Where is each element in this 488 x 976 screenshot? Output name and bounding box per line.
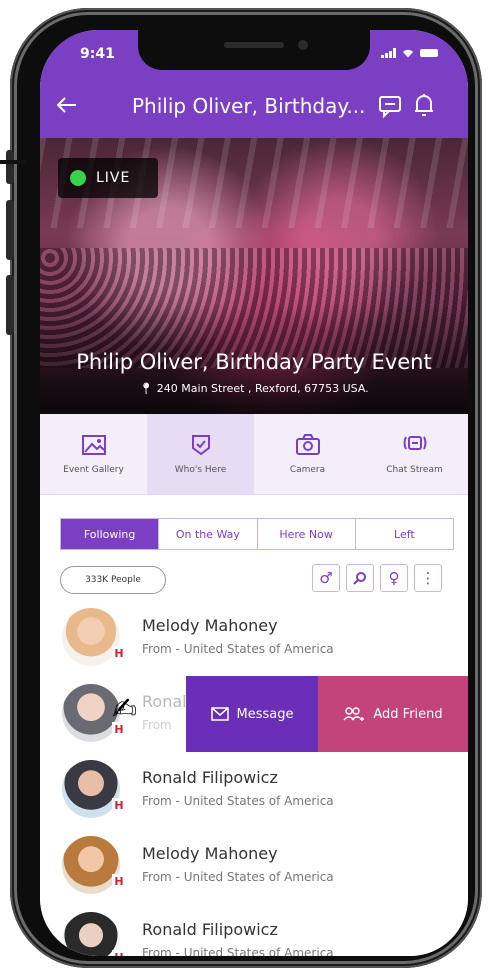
page-title: Philip Oliver, Birthday... <box>132 94 366 118</box>
tab-label: Event Gallery <box>63 465 124 475</box>
tab-event-gallery[interactable]: Event Gallery <box>40 414 147 494</box>
bell-icon[interactable] <box>412 92 436 118</box>
female-filter-icon[interactable]: ♀ <box>380 564 408 592</box>
add-friend-label: Add Friend <box>373 706 443 722</box>
segment-following[interactable]: Following <box>61 519 160 549</box>
person-name: Melody Mahoney <box>142 844 278 863</box>
flag-icon: H <box>112 950 126 956</box>
list-item-swiped[interactable]: H Ronald From ✍ Message Add Friend <box>40 676 468 753</box>
chat-icon[interactable] <box>378 94 402 118</box>
message-button[interactable]: Message <box>186 676 318 752</box>
hand-cursor-icon: ✍ <box>112 692 138 727</box>
male-filter-icon[interactable]: ♂ <box>312 564 340 592</box>
person-from: From - United States of America <box>142 642 334 656</box>
tab-label: Chat Stream <box>386 465 443 475</box>
event-name: Philip Oliver, Birthday Party Event <box>76 350 432 374</box>
live-dot-icon <box>70 170 86 186</box>
check-shield-icon <box>191 435 210 456</box>
signal-icon <box>381 48 396 58</box>
list-item[interactable]: H Ronald Filipowicz From - United States… <box>40 752 468 829</box>
person-from: From - United States of America <box>142 870 334 884</box>
tab-label: Camera <box>289 465 326 475</box>
segment-here-now[interactable]: Here Now <box>258 519 356 549</box>
back-button[interactable] <box>52 90 82 120</box>
volume-up-button <box>6 200 14 260</box>
tab-whos-here[interactable]: Who's Here <box>147 414 254 494</box>
tab-label: Who's Here <box>174 465 227 475</box>
speaker <box>224 42 284 48</box>
status-segments: Following On the Way Here Now Left <box>60 518 454 550</box>
back-arrow-icon <box>57 97 76 113</box>
status-time: 9:41 <box>80 46 115 62</box>
external-line <box>0 160 26 164</box>
add-friend-button[interactable]: Add Friend <box>318 676 468 752</box>
volume-down-button <box>6 275 14 335</box>
camera-icon <box>295 434 320 455</box>
flag-icon: H <box>112 798 126 812</box>
live-label: LIVE <box>96 170 131 186</box>
front-camera <box>298 40 308 50</box>
notch <box>138 30 370 70</box>
tab-chat-stream[interactable]: Chat Stream <box>361 414 468 494</box>
status-icons <box>381 48 438 58</box>
search-icon[interactable] <box>346 564 374 592</box>
message-label: Message <box>236 706 294 722</box>
more-icon[interactable]: ⋮ <box>414 564 442 592</box>
envelope-icon <box>210 707 229 721</box>
event-tabs: Event Gallery Who's Here Camera Chat Str… <box>40 414 468 495</box>
gallery-icon <box>81 435 106 455</box>
location-pin-icon: 📍︎ <box>139 382 154 395</box>
search-glyph <box>353 572 366 585</box>
person-name: Ronald Filipowicz <box>142 768 278 787</box>
person-from: From - United States of America <box>142 794 334 808</box>
flag-icon: H <box>112 874 126 888</box>
person-from: From - United States of America <box>142 946 334 956</box>
segment-on-the-way[interactable]: On the Way <box>159 519 258 549</box>
event-address: 📍︎ 240 Main Street , Rexford, 67753 USA. <box>40 382 468 395</box>
wifi-icon <box>403 49 413 57</box>
battery-icon <box>420 49 438 57</box>
add-friend-icon <box>343 707 365 721</box>
list-item[interactable]: H Ronald Filipowicz From - United States… <box>40 904 468 956</box>
list-item[interactable]: H Melody Mahoney From - United States of… <box>40 828 468 905</box>
event-address-text: 240 Main Street , Rexford, 67753 USA. <box>156 382 369 395</box>
people-count-badge: 333K People <box>60 566 166 594</box>
live-badge: LIVE <box>58 158 158 198</box>
silent-switch <box>6 150 14 184</box>
chat-stream-icon <box>403 436 426 450</box>
app-screen: 9:41 Philip Oliver, Birthday... LIVE Phi… <box>40 30 468 956</box>
person-name: Melody Mahoney <box>142 616 278 635</box>
person-name: Ronald Filipowicz <box>142 920 278 939</box>
segment-left[interactable]: Left <box>356 519 453 549</box>
tab-camera[interactable]: Camera <box>254 414 361 494</box>
list-item[interactable]: H Melody Mahoney From - United States of… <box>40 600 468 677</box>
filter-tools: ♂ ♀ ⋮ <box>312 564 442 592</box>
event-hero-image: LIVE Philip Oliver, Birthday Party Event… <box>40 138 468 414</box>
flag-icon: H <box>112 646 126 660</box>
person-from: From <box>142 718 172 732</box>
